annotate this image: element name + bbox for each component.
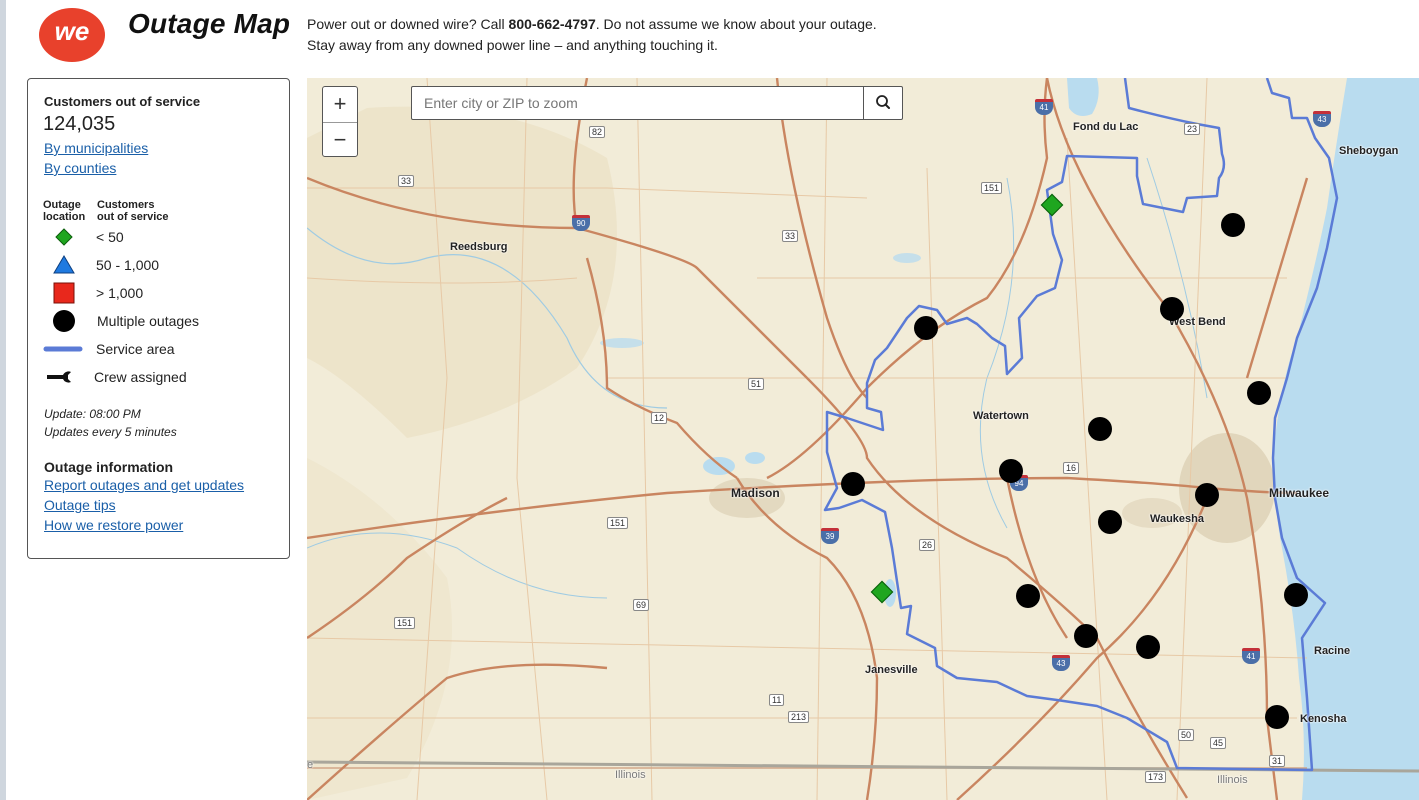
outage-marker-multiple[interactable] xyxy=(1284,583,1308,607)
outage-marker-multiple[interactable] xyxy=(1265,705,1289,729)
report-outages-link[interactable]: Report outages and get updates xyxy=(44,477,244,493)
highway-shield: 69 xyxy=(633,599,650,611)
highway-shield: 43 xyxy=(1052,655,1070,671)
highway-shield: 41 xyxy=(1035,99,1053,115)
outage-marker-multiple[interactable] xyxy=(1160,297,1184,321)
outage-marker-multiple[interactable] xyxy=(1136,635,1160,659)
city-sheboygan: Sheboygan xyxy=(1339,145,1399,157)
phone-number: 800-662-4797 xyxy=(508,16,596,32)
legend-row-under-50: < 50 xyxy=(42,225,282,249)
city-waukesha: Waukesha xyxy=(1150,513,1205,525)
state-label-illinois: Illinois xyxy=(615,769,646,781)
legend-header-customers: Customers out of service xyxy=(97,199,169,223)
search-input[interactable] xyxy=(412,87,862,119)
highway-shield: 31 xyxy=(1269,755,1286,767)
outage-marker-multiple[interactable] xyxy=(1247,381,1271,405)
city-janesville: Janesville xyxy=(865,664,918,676)
customers-out-count: 124,035 xyxy=(43,113,116,135)
update-time: Update: 08:00 PM xyxy=(44,407,141,421)
we-energies-logo: we xyxy=(39,8,105,62)
highway-shield: 41 xyxy=(1242,648,1260,664)
green-diamond-icon xyxy=(55,228,73,246)
legend-row-over-1000: > 1,000 xyxy=(42,281,282,305)
highway-shield: 33 xyxy=(782,230,799,242)
highway-shield: 43 xyxy=(1313,111,1331,127)
red-square-icon xyxy=(53,282,75,304)
outage-info-title: Outage information xyxy=(44,459,174,475)
outage-map[interactable]: Fond du Lac Sheboygan Reedsburg West Ben… xyxy=(307,78,1419,800)
outage-marker-multiple[interactable] xyxy=(1221,213,1245,237)
window-edge xyxy=(0,0,6,800)
by-municipalities-link[interactable]: By municipalities xyxy=(44,140,148,156)
wrench-icon xyxy=(47,371,71,383)
highway-shield: 90 xyxy=(572,215,590,231)
legend-row-crew: Crew assigned xyxy=(42,365,282,389)
blue-triangle-icon xyxy=(53,255,75,274)
highway-shield: 26 xyxy=(919,539,936,551)
legend-row-multiple: Multiple outages xyxy=(42,309,282,333)
highway-shield: 213 xyxy=(788,711,810,723)
highway-shield: 151 xyxy=(981,182,1003,194)
zoom-out-button[interactable]: − xyxy=(323,122,357,158)
city-reedsburg: Reedsburg xyxy=(450,241,508,253)
basemap xyxy=(307,78,1419,800)
highway-shield: 12 xyxy=(651,412,668,424)
highway-shield: 51 xyxy=(748,378,765,390)
legend-row-50-1000: 50 - 1,000 xyxy=(42,253,282,277)
highway-shield: 45 xyxy=(1210,737,1227,749)
search-icon xyxy=(876,95,890,109)
highway-shield: 39 xyxy=(821,528,839,544)
highway-shield: 50 xyxy=(1178,729,1195,741)
svg-text:we: we xyxy=(55,16,90,46)
outage-marker-multiple[interactable] xyxy=(1074,624,1098,648)
page-title: Outage Map xyxy=(128,8,291,39)
state-label-illinois: Illinois xyxy=(1217,774,1248,786)
highway-shield: 82 xyxy=(589,126,606,138)
by-counties-link[interactable]: By counties xyxy=(44,160,116,176)
highway-shield: 33 xyxy=(398,175,415,187)
partial-label: e xyxy=(307,759,314,771)
legend-row-service-area: Service area xyxy=(42,337,282,361)
city-watertown: Watertown xyxy=(973,410,1029,422)
outage-summary-panel: Customers out of service 124,035 By muni… xyxy=(27,78,290,559)
customers-out-title: Customers out of service xyxy=(44,94,201,109)
highway-shield: 151 xyxy=(607,517,629,529)
outage-marker-multiple[interactable] xyxy=(1088,417,1112,441)
black-circle-icon xyxy=(53,310,75,332)
city-madison: Madison xyxy=(731,486,780,500)
city-milwaukee: Milwaukee xyxy=(1269,486,1330,500)
city-kenosha: Kenosha xyxy=(1300,713,1347,725)
outage-marker-multiple[interactable] xyxy=(1016,584,1040,608)
highway-shield: 23 xyxy=(1184,123,1201,135)
outage-tips-link[interactable]: Outage tips xyxy=(44,497,116,513)
service-area-line-icon xyxy=(43,346,83,352)
update-frequency: Updates every 5 minutes xyxy=(44,425,177,439)
outage-marker-multiple[interactable] xyxy=(914,316,938,340)
zoom-control: + − xyxy=(322,86,358,157)
safety-notice: Power out or downed wire? Call 800-662-4… xyxy=(307,16,877,53)
highway-shield: 11 xyxy=(769,694,785,706)
location-search xyxy=(411,86,903,120)
zoom-in-button[interactable]: + xyxy=(323,87,357,122)
outage-marker-multiple[interactable] xyxy=(1098,510,1122,534)
outage-marker-multiple[interactable] xyxy=(841,472,865,496)
city-racine: Racine xyxy=(1314,645,1351,657)
legend-header-location: Outage location xyxy=(43,199,86,223)
how-we-restore-link[interactable]: How we restore power xyxy=(44,517,183,533)
highway-shield: 151 xyxy=(394,617,416,629)
outage-marker-multiple[interactable] xyxy=(999,459,1023,483)
search-button[interactable] xyxy=(863,87,902,119)
outage-marker-multiple[interactable] xyxy=(1195,483,1219,507)
highway-shield: 173 xyxy=(1145,771,1167,783)
city-fond-du-lac: Fond du Lac xyxy=(1073,121,1139,133)
highway-shield: 16 xyxy=(1063,462,1080,474)
